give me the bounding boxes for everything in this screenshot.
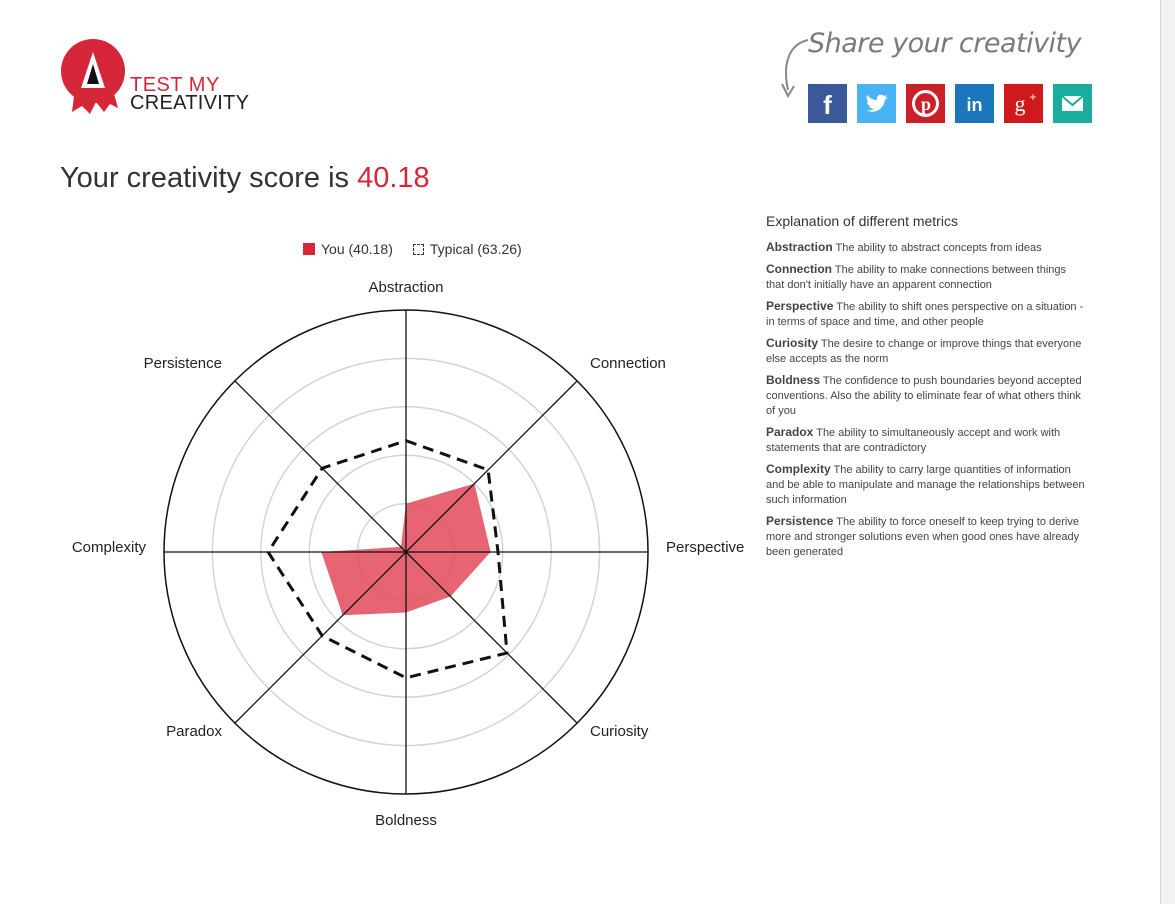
svg-text:in: in (967, 95, 983, 115)
axis-label-persistence: Persistence (144, 355, 222, 372)
axis-label-perspective: Perspective (666, 539, 744, 556)
metric-list: Abstraction The ability to abstract conc… (766, 240, 1086, 560)
metric-name: Perspective (766, 299, 834, 313)
metric-name: Connection (766, 262, 832, 276)
axis-label-connection: Connection (590, 355, 666, 372)
metrics-explanation: Explanation of different metrics Abstrac… (766, 213, 1086, 566)
metric-boldness: Boldness The confidence to push boundari… (766, 373, 1086, 419)
google-plus-icon: g + (1004, 84, 1043, 123)
svg-text:g: g (1015, 91, 1026, 116)
metric-complexity: Complexity The ability to carry large qu… (766, 462, 1086, 508)
pinterest-share-button[interactable]: p (906, 84, 945, 123)
twitter-share-button[interactable] (857, 84, 896, 123)
svg-text:f: f (823, 90, 832, 120)
share-title: Share your creativity (808, 28, 1082, 59)
axis-label-complexity: Complexity (72, 539, 147, 556)
axis-spoke (405, 380, 578, 553)
metric-paradox: Paradox The ability to simultaneously ac… (766, 425, 1086, 456)
axis-spoke (234, 380, 407, 553)
twitter-icon (857, 84, 896, 123)
radar-chart: Abstraction Connection Perspective Curiosit… (72, 279, 745, 829)
email-icon (1053, 84, 1092, 123)
email-share-button[interactable] (1053, 84, 1092, 123)
axis-spoke (405, 551, 578, 724)
metric-curiosity: Curiosity The desire to change or improv… (766, 336, 1086, 367)
axis-label-abstraction: Abstraction (368, 279, 443, 296)
facebook-icon: f (808, 84, 847, 123)
pinterest-icon: p (906, 84, 945, 123)
metric-name: Abstraction (766, 240, 833, 254)
metric-name: Persistence (766, 514, 834, 528)
svg-text:p: p (921, 94, 931, 114)
axis-label-curiosity: Curiosity (590, 723, 649, 740)
metric-persistence: Persistence The ability to force oneself… (766, 514, 1086, 560)
linkedin-icon: in (955, 84, 994, 123)
svg-text:+: + (1029, 90, 1036, 104)
vertical-scrollbar[interactable] (1160, 0, 1175, 904)
metric-connection: Connection The ability to make connectio… (766, 262, 1086, 293)
google-plus-share-button[interactable]: g + (1004, 84, 1043, 123)
axis-label-paradox: Paradox (166, 723, 222, 740)
metric-abstraction: Abstraction The ability to abstract conc… (766, 240, 1086, 256)
axis-label-boldness: Boldness (375, 812, 437, 829)
axis-spoke (234, 551, 407, 724)
metric-name: Paradox (766, 425, 814, 439)
metric-description: The ability to abstract concepts from id… (835, 242, 1042, 254)
metric-perspective: Perspective The ability to shift ones pe… (766, 299, 1086, 330)
facebook-share-button[interactable]: f (808, 84, 847, 123)
metric-name: Boldness (766, 373, 821, 387)
metric-name: Complexity (766, 462, 831, 476)
linkedin-share-button[interactable]: in (955, 84, 994, 123)
explanation-title: Explanation of different metrics (766, 213, 958, 229)
metric-name: Curiosity (766, 336, 819, 350)
